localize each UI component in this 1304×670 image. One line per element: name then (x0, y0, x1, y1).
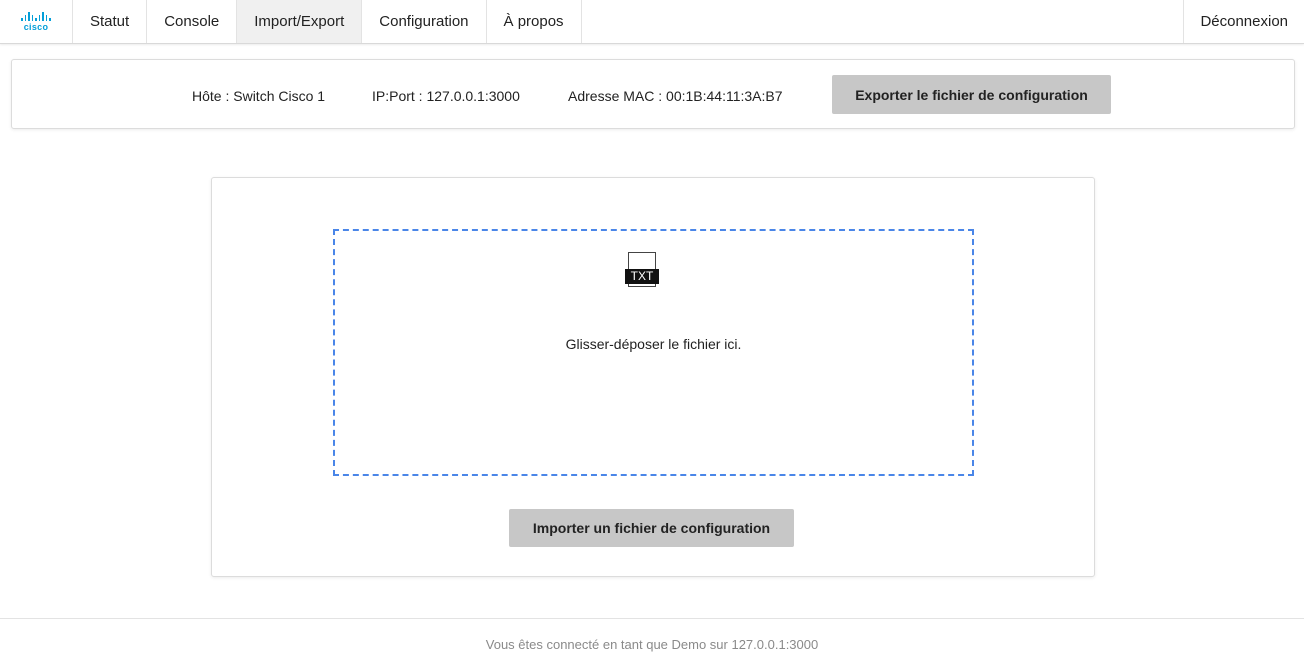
device-info-bar: Hôte : Switch Cisco 1 IP:Port : 127.0.0.… (11, 59, 1295, 129)
nav-item-statut[interactable]: Statut (73, 0, 148, 43)
logout-link[interactable]: Déconnexion (1183, 0, 1304, 43)
cisco-logo[interactable]: cisco (0, 0, 73, 43)
txt-file-icon: TXT (625, 252, 659, 290)
footer-divider (0, 618, 1304, 619)
file-dropzone[interactable]: TXT Glisser-déposer le fichier ici. (333, 229, 974, 476)
logout-label: Déconnexion (1200, 13, 1288, 30)
cisco-logo-bars-icon (21, 11, 51, 21)
footer-connection-status: Vous êtes connecté en tant que Demo sur … (485, 637, 819, 652)
nav-item-a-propos[interactable]: À propos (487, 0, 582, 43)
dropzone-instructions: Glisser-déposer le fichier ici. (565, 336, 742, 352)
nav-item-label: Configuration (379, 13, 469, 30)
export-config-button[interactable]: Exporter le fichier de configuration (832, 75, 1111, 114)
host-info: Hôte : Switch Cisco 1 (192, 88, 326, 104)
nav-item-import-export[interactable]: Import/Export (237, 0, 363, 43)
nav-item-label: À propos (503, 13, 564, 30)
import-config-button[interactable]: Importer un fichier de configuration (509, 509, 794, 547)
import-card: TXT Glisser-déposer le fichier ici. Impo… (211, 177, 1095, 577)
nav-item-label: Import/Export (254, 13, 345, 30)
txt-file-icon-label: TXT (625, 269, 659, 284)
ip-port-info: IP:Port : 127.0.0.1:3000 (372, 88, 520, 104)
nav-item-configuration[interactable]: Configuration (362, 0, 487, 43)
nav-item-label: Statut (90, 13, 130, 30)
nav-item-console[interactable]: Console (147, 0, 238, 43)
mac-address-info: Adresse MAC : 00:1B:44:11:3A:B7 (568, 88, 783, 104)
top-navbar: cisco Statut Console Import/Export Confi… (0, 0, 1304, 44)
nav-item-label: Console (164, 13, 220, 30)
cisco-logo-text: cisco (23, 21, 49, 32)
